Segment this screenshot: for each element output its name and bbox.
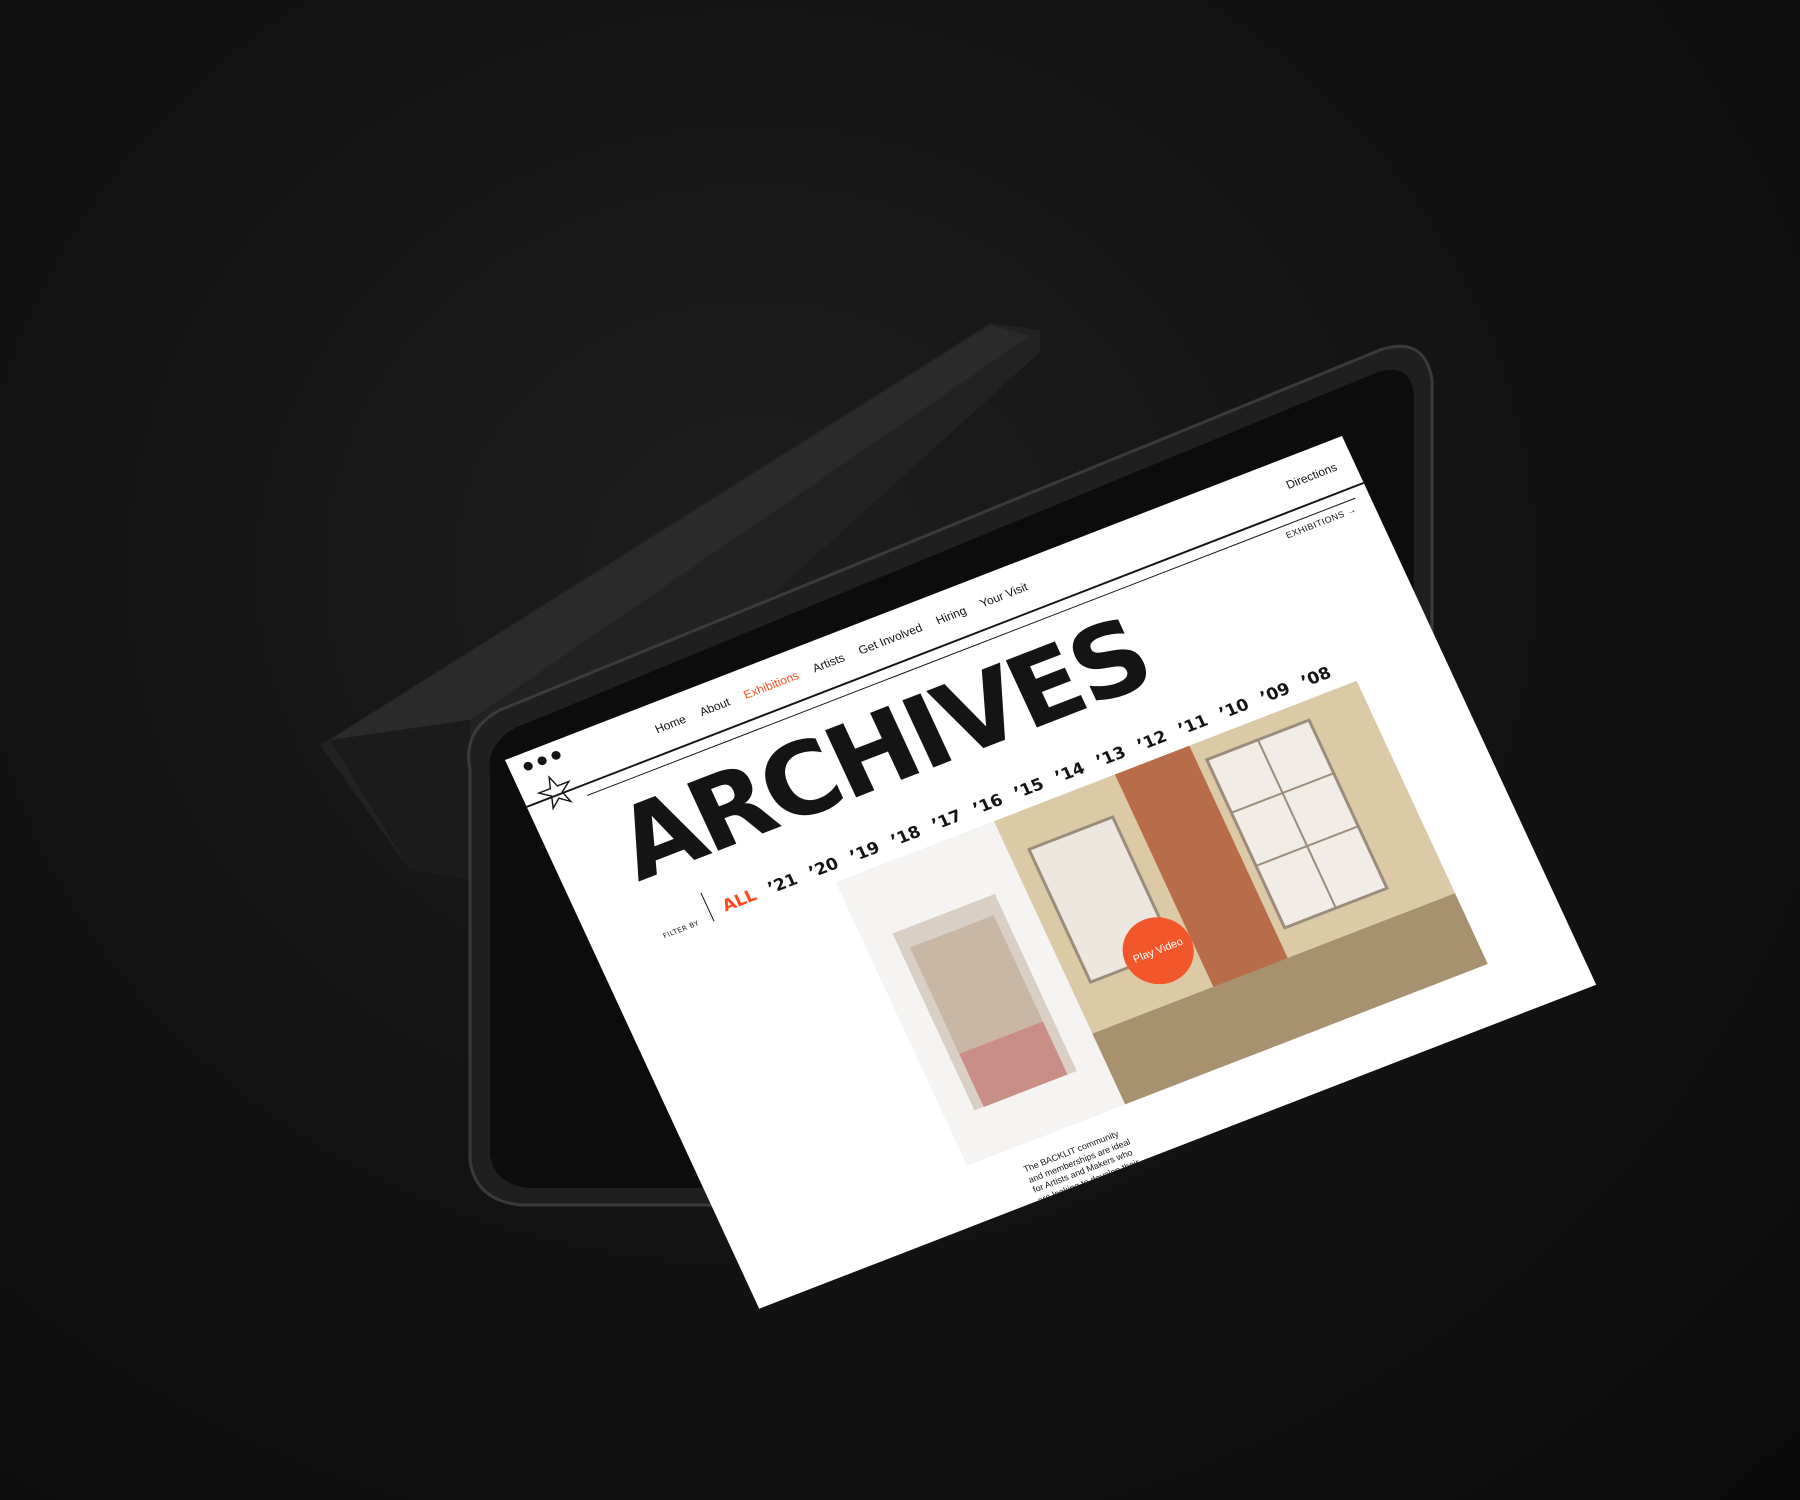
year-filter-18[interactable]: ’18 [888,822,924,851]
year-filter-12[interactable]: ’12 [1134,727,1170,756]
year-filter-11[interactable]: ’11 [1175,711,1211,740]
nav-home[interactable]: Home [653,712,689,736]
year-filter-21[interactable]: ’21 [765,870,801,899]
dot [550,749,563,761]
year-filter-17[interactable]: ’17 [929,806,965,835]
year-filter-19[interactable]: ’19 [847,838,883,867]
year-filter-20[interactable]: ’20 [806,854,842,883]
nav-exhibitions[interactable]: Exhibitions [741,668,801,701]
nav-hiring[interactable]: Hiring [934,604,969,628]
year-filter-16[interactable]: ’16 [970,790,1006,819]
nav-get-involved[interactable]: Get Involved [856,621,924,658]
year-filter-10[interactable]: ’10 [1216,695,1252,724]
filter-label: FILTER BY [661,919,701,941]
year-filter-09[interactable]: ’09 [1257,679,1293,708]
year-filter-14[interactable]: ’14 [1052,759,1088,788]
dot [536,755,549,767]
year-filter-08[interactable]: ’08 [1298,663,1334,692]
dot [522,760,535,772]
year-filter-all[interactable]: ALL [719,886,760,916]
directions-link[interactable]: Directions [1284,460,1339,492]
window-dots-icon [522,749,563,772]
year-filter-13[interactable]: ’13 [1093,743,1129,772]
year-filter-15[interactable]: ’15 [1011,775,1047,804]
nav-artists[interactable]: Artists [810,651,847,675]
filter-divider [700,892,715,922]
scene: Home About Exhibitions Artists Get Invol… [0,0,1800,1500]
nav-about[interactable]: About [697,695,732,719]
nav-your-visit[interactable]: Your Visit [978,580,1030,610]
